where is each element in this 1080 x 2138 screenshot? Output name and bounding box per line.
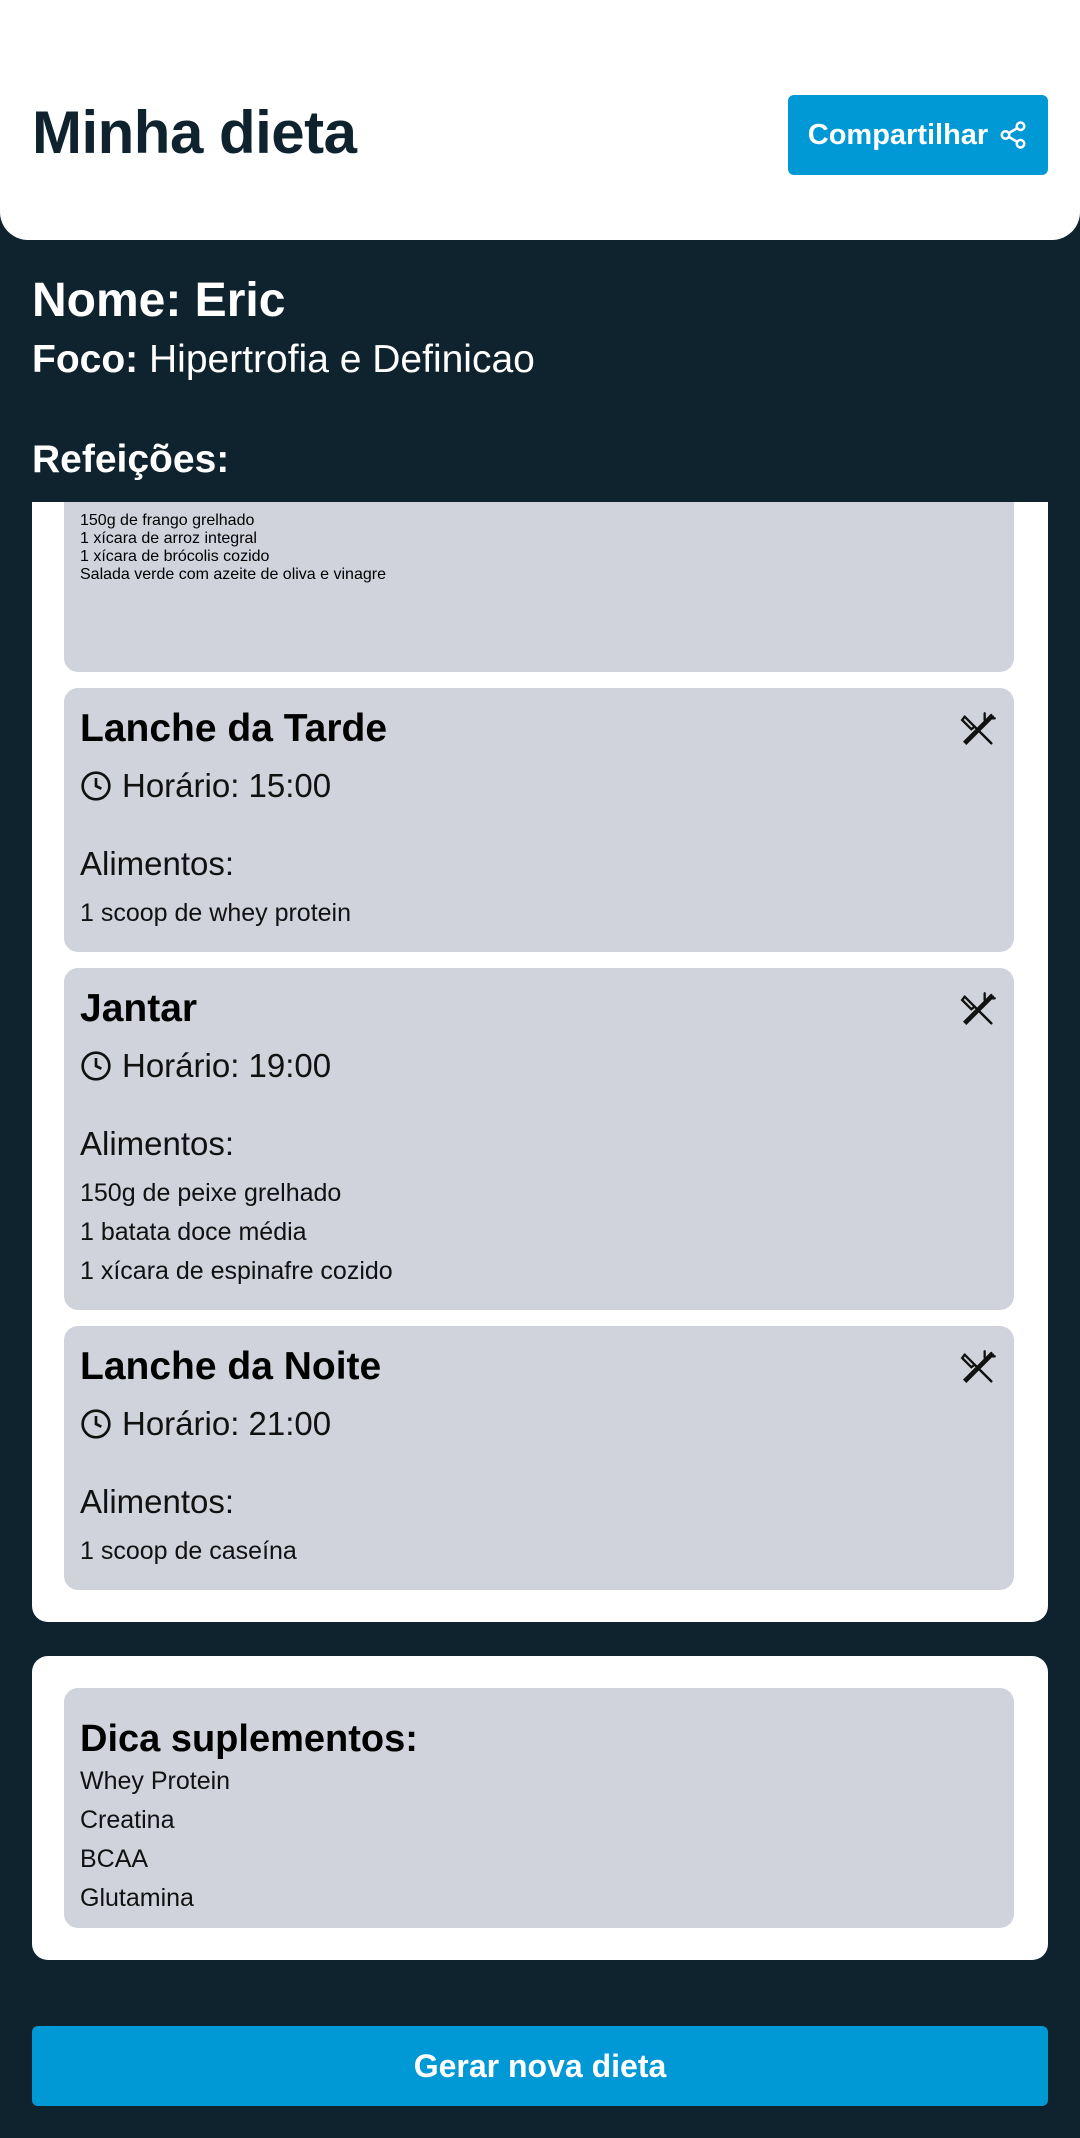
utensils-icon [960,1350,996,1383]
clock-icon [81,1409,111,1439]
food-item: 1 scoop de caseína [80,1537,297,1565]
share-label: Compartilhar [807,118,989,151]
food-item: 1 batata doce média [80,1218,307,1246]
meals-heading: Refeições: [32,438,230,481]
generate-diet-button[interactable]: Gerar nova dieta [32,2026,1048,2106]
supplement-item: Creatina [80,1806,175,1834]
supplement-item: Whey Protein [80,1767,231,1795]
meal-foods: 150g de peixe grelhado 1 batata doce méd… [80,1174,393,1291]
meal-time-text: Horário: 15:00 [122,767,332,804]
food-item: 1 xícara de arroz integral [80,530,257,547]
foods-label: Alimentos: [80,1483,235,1520]
meals-list[interactable]: 150g de frango grelhado 1 xícara de arro… [32,502,1048,1622]
supplements-title: Dica suplementos: [80,1718,418,1760]
meal-time: Horário: 15:00 [80,766,331,806]
food-item: 150g de peixe grelhado [80,1179,342,1207]
clock-icon [81,1051,111,1081]
meal-card: 150g de frango grelhado 1 xícara de arro… [64,502,1014,672]
food-item: 1 scoop de whey protein [80,899,352,927]
food-item: 150g de frango grelhado [80,512,255,529]
supplements-card: Dica suplementos: Whey Protein Creatina … [64,1688,1014,1928]
utensils-icon [960,992,996,1025]
meal-foods: 150g de frango grelhado 1 xícara de arro… [80,512,386,584]
share-icon [1000,121,1026,149]
food-item: Salada verde com azeite de oliva e vinag… [80,566,386,583]
utensils-icon [960,712,996,745]
meal-time: Horário: 21:00 [80,1404,331,1444]
supplements-panel: Dica suplementos: Whey Protein Creatina … [32,1656,1048,1960]
meal-time-text: Horário: 19:00 [122,1047,332,1084]
page-title: Minha dieta [32,99,357,166]
share-button[interactable]: Compartilhar [788,95,1048,175]
supplement-item: BCAA [80,1845,149,1873]
focus-label: Foco: [32,338,139,381]
meal-time: Horário: 19:00 [80,1046,331,1086]
clock-icon [81,771,111,801]
meal-title: Lanche da Tarde [80,707,388,750]
meal-foods: 1 scoop de caseína [80,1532,297,1571]
meal-card: Lanche da Tarde Horário: 15:00 Alimentos… [64,688,1014,952]
supplements-list: Whey Protein Creatina BCAA Glutamina [80,1762,230,1918]
profile-focus: Foco: Hipertrofia e Definicao [32,336,535,384]
meal-time-text: Horário: 21:00 [122,1405,332,1442]
meal-card: Jantar Horário: 19:00 Alimentos: 150g de… [64,968,1014,1310]
meal-title: Jantar [80,987,198,1030]
focus-value: Hipertrofia e Definicao [149,338,535,381]
supplement-item: Glutamina [80,1884,194,1912]
meal-foods: 1 scoop de whey protein [80,894,351,933]
foods-label: Alimentos: [80,845,235,882]
foods-label: Alimentos: [80,1125,235,1162]
meals-scroll-area[interactable]: 150g de frango grelhado 1 xícara de arro… [32,502,1048,1622]
meal-card: Lanche da Noite Horário: 21:00 Alimentos… [64,1326,1014,1590]
meal-title: Lanche da Noite [80,1345,382,1388]
app-header: Minha dieta Compartilhar [0,0,1080,240]
profile-name: Nome: Eric [32,274,286,327]
food-item: 1 xícara de espinafre cozido [80,1257,393,1285]
food-item: 1 xícara de brócolis cozido [80,548,270,565]
